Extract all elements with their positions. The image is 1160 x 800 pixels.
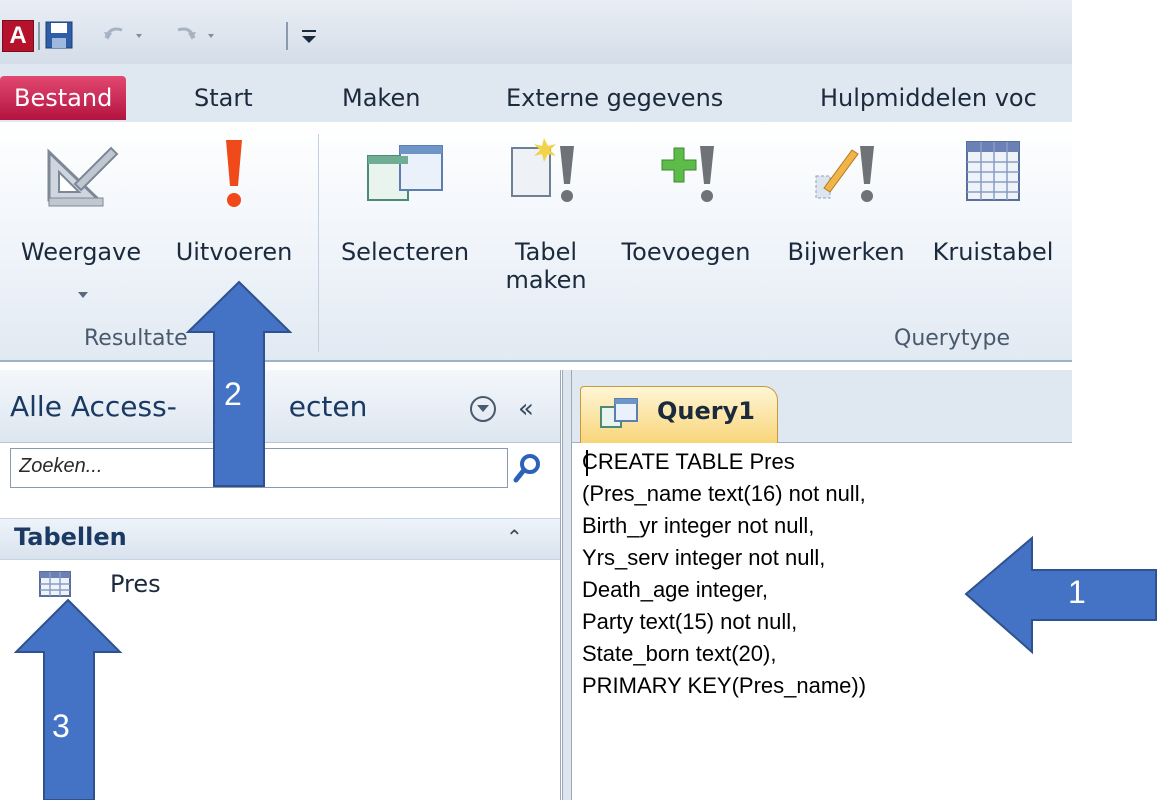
- querytype-group-label: Querytype: [894, 326, 1011, 351]
- tab-bestand[interactable]: Bestand: [0, 76, 127, 120]
- table-icon: [39, 571, 71, 597]
- access-window: A Bestand Start Maken Externe gegevens H…: [0, 0, 1072, 800]
- search-icon[interactable]: [508, 448, 548, 488]
- redo-icon[interactable]: [168, 20, 228, 50]
- append-query-icon: [661, 146, 714, 202]
- results-group-label: Resultate: [84, 326, 188, 351]
- view-dropdown-arrow-icon[interactable]: [78, 292, 88, 298]
- toolbar-divider: [286, 22, 288, 50]
- nav-menu-dropdown-icon[interactable]: [470, 396, 496, 422]
- access-logo-icon[interactable]: A: [2, 20, 34, 52]
- pane-splitter[interactable]: [562, 370, 572, 800]
- ribbon-tabs: Bestand Start Maken Externe gegevens Hul…: [0, 64, 1072, 122]
- category-header-tabellen[interactable]: Tabellen ⌃: [0, 518, 560, 560]
- make-table-icon: [511, 138, 574, 202]
- append-query-label: Toevoegen: [621, 238, 751, 266]
- tab-externe-gegevens[interactable]: Externe gegevens: [506, 76, 723, 120]
- make-table-button[interactable]: Tabel maken: [494, 132, 598, 294]
- tab-query1-label: Query1: [657, 397, 755, 425]
- update-query-button[interactable]: Bijwerken: [774, 132, 918, 266]
- callout-arrow-3: [14, 598, 123, 800]
- query-icon: [600, 398, 638, 428]
- callout-number-2: 2: [224, 376, 242, 412]
- crosstab-query-icon: [966, 141, 1020, 201]
- exclamation-icon: [226, 140, 242, 207]
- ribbon: Weergave Uitvoeren Resultate Selecteren: [0, 122, 1072, 362]
- save-icon[interactable]: [44, 20, 74, 50]
- design-view-icon: [47, 146, 119, 207]
- quick-access-toolbar: A: [0, 0, 1072, 64]
- append-query-button[interactable]: Toevoegen: [600, 132, 772, 266]
- callout-arrow-1: [964, 536, 1157, 655]
- view-button-label: Weergave: [20, 238, 142, 266]
- list-item-label: Pres: [110, 570, 161, 598]
- text-cursor: [586, 450, 588, 476]
- document-tab-bar: Query1: [572, 370, 1072, 443]
- customize-toolbar-icon[interactable]: [296, 20, 322, 50]
- callout-number-1: 1: [1068, 574, 1086, 610]
- update-query-label: Bijwerken: [787, 238, 905, 266]
- crosstab-query-button[interactable]: Kruistabel: [918, 132, 1068, 266]
- category-label: Tabellen: [14, 523, 127, 551]
- run-button-label: Uitvoeren: [175, 238, 293, 266]
- tab-query1[interactable]: Query1: [580, 386, 778, 443]
- group-divider: [318, 134, 319, 352]
- tab-hulpmiddelen[interactable]: Hulpmiddelen voc: [820, 76, 1037, 120]
- select-query-label: Selecteren: [340, 238, 470, 266]
- crosstab-query-label: Kruistabel: [932, 238, 1054, 266]
- update-query-icon: [815, 146, 874, 202]
- run-button[interactable]: Uitvoeren: [162, 132, 306, 266]
- tab-start[interactable]: Start: [194, 76, 253, 120]
- undo-icon[interactable]: [96, 20, 156, 50]
- make-table-label-line1: Tabel: [514, 238, 578, 266]
- make-table-label-line2: maken: [505, 266, 587, 294]
- view-button[interactable]: Weergave: [6, 132, 156, 266]
- tab-maken[interactable]: Maken: [342, 76, 420, 120]
- chevron-up-icon[interactable]: ⌃: [506, 525, 523, 549]
- toolbar-divider: [38, 22, 40, 50]
- select-query-button[interactable]: Selecteren: [330, 132, 480, 266]
- collapse-pane-icon[interactable]: «: [518, 394, 534, 424]
- callout-number-3: 3: [52, 708, 70, 744]
- select-query-icon: [367, 145, 443, 201]
